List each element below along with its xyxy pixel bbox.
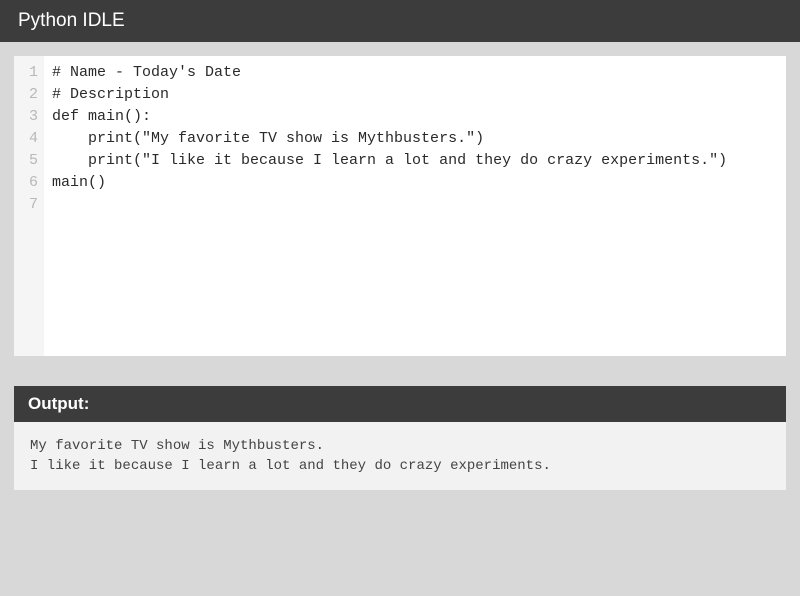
line-number: 2 (24, 84, 38, 106)
output-header: Output: (14, 386, 786, 422)
code-line[interactable]: def main(): (52, 106, 778, 128)
output-section: Output: My favorite TV show is Mythbuste… (14, 386, 786, 490)
output-body: My favorite TV show is Mythbusters. I li… (14, 422, 786, 490)
code-area[interactable]: # Name - Today's Date# Descriptiondef ma… (44, 56, 786, 356)
code-line[interactable]: print("I like it because I learn a lot a… (52, 150, 778, 172)
title-bar: Python IDLE (0, 0, 800, 42)
line-number: 7 (24, 194, 38, 216)
code-line[interactable] (52, 194, 778, 216)
code-line[interactable]: # Name - Today's Date (52, 62, 778, 84)
line-number: 1 (24, 62, 38, 84)
app-title: Python IDLE (18, 10, 125, 31)
line-number-gutter: 1234567 (14, 56, 44, 356)
line-number: 5 (24, 150, 38, 172)
code-line[interactable]: main() (52, 172, 778, 194)
code-line[interactable]: # Description (52, 84, 778, 106)
code-line[interactable]: print("My favorite TV show is Mythbuster… (52, 128, 778, 150)
line-number: 6 (24, 172, 38, 194)
line-number: 4 (24, 128, 38, 150)
code-editor[interactable]: 1234567 # Name - Today's Date# Descripti… (14, 56, 786, 356)
line-number: 3 (24, 106, 38, 128)
